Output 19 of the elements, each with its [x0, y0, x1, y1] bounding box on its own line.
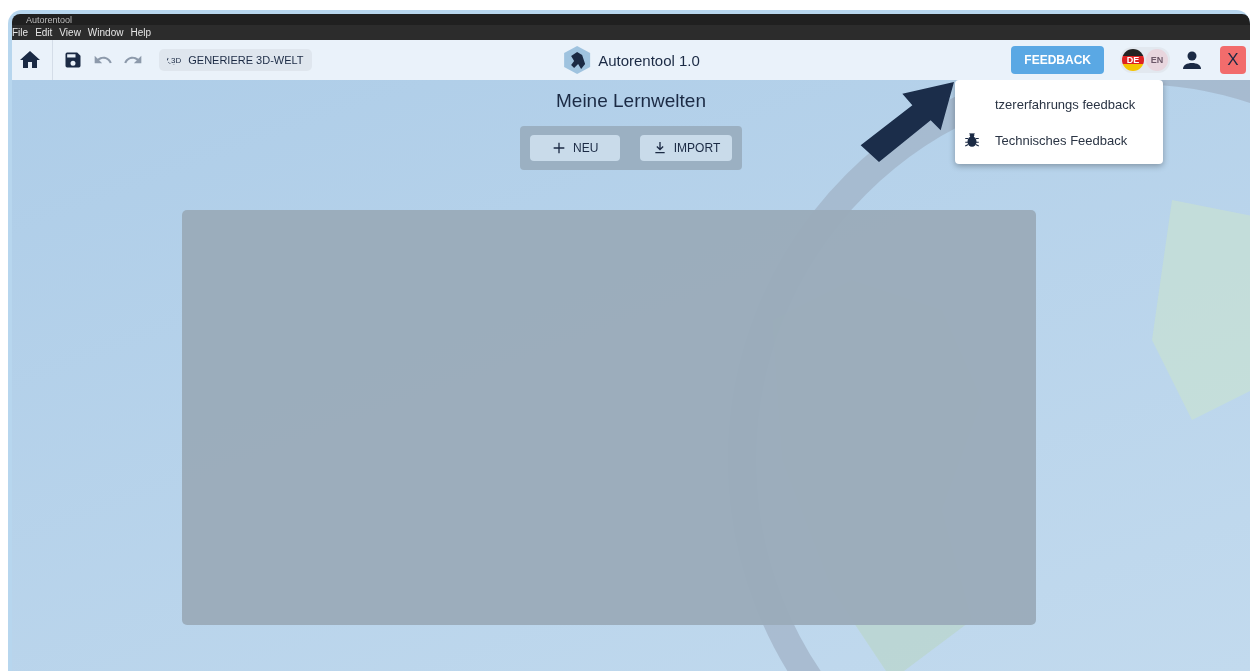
menu-item[interactable]: Help: [130, 27, 151, 38]
new-button[interactable]: NEU: [529, 135, 620, 161]
menu-item[interactable]: View: [59, 27, 81, 38]
language-button[interactable]: DE: [1122, 49, 1144, 71]
bug-icon: [963, 131, 981, 149]
import-button[interactable]: IMPORT: [639, 135, 733, 161]
menu-item[interactable]: File: [12, 27, 29, 38]
menu-item[interactable]: Technisches Feedback: [955, 122, 1163, 158]
save-icon[interactable]: [63, 50, 83, 70]
language-button[interactable]: EN: [1146, 49, 1168, 71]
logo-icon: [562, 45, 593, 75]
page-title: Meine Lernwelten: [556, 90, 706, 112]
menu-item[interactable]: Window: [87, 27, 124, 38]
close-button[interactable]: X: [1220, 46, 1246, 74]
window-title: Autorentool: [25, 14, 73, 25]
menu-item[interactable]: Edit: [35, 27, 53, 38]
app-title: Autorentool 1.0: [598, 51, 700, 69]
menu-item[interactable]: tzererfahrungs feedback: [955, 86, 1163, 122]
generate-3d-button[interactable]: 3D GENERIERE 3D-WELT: [159, 49, 312, 71]
